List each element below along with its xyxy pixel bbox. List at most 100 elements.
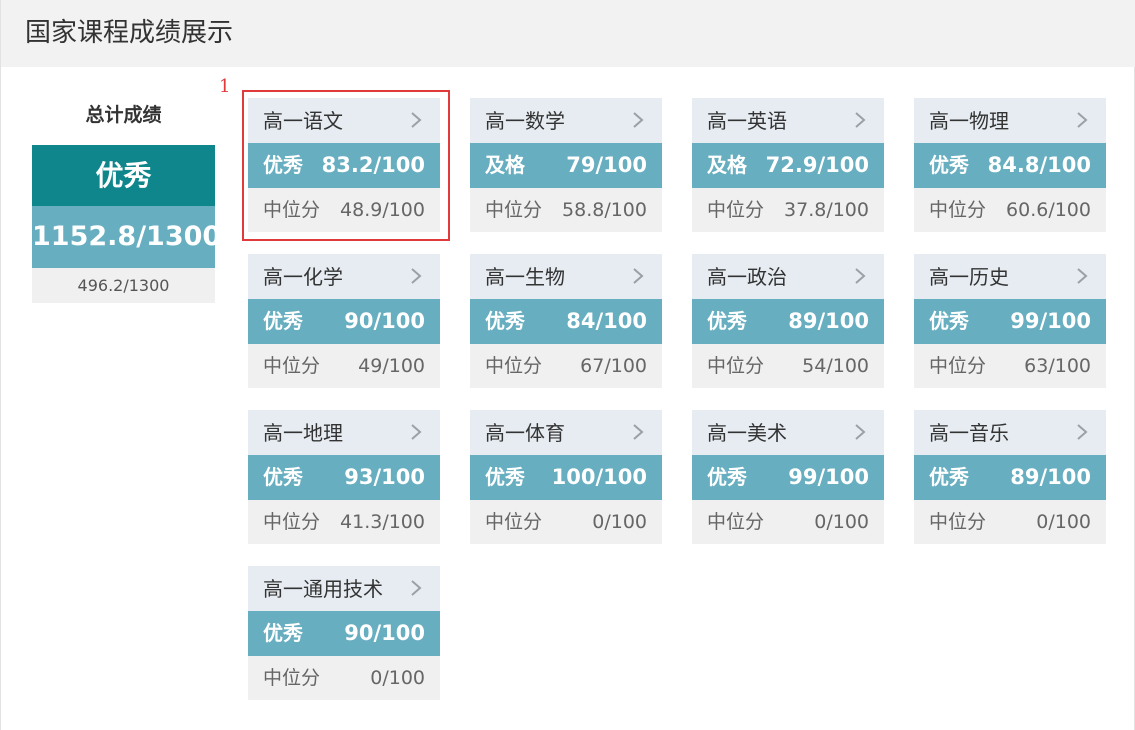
subject-card[interactable]: 高一数学 及格 79/100 中位分 58.8/100: [470, 98, 662, 232]
subject-card[interactable]: 高一物理优秀 84.8/100 中位分 60.6/100: [914, 98, 1106, 232]
subject-name: 高一生物: [485, 265, 565, 289]
total-score-panel: 总计成绩 优秀 1152.8/1300 496.2/1300: [32, 100, 221, 303]
subject-median-row: 中位分 63/100: [914, 344, 1106, 388]
median-label: 中位分: [707, 511, 765, 533]
subject-card-header[interactable]: 高一语文: [248, 98, 440, 143]
subject-card[interactable]: 高一生物优秀 84/100 中位分 67/100: [470, 254, 662, 388]
total-median: 496.2/1300: [32, 268, 215, 303]
subject-grade: 优秀: [263, 621, 303, 645]
chevron-right-icon[interactable]: [406, 422, 426, 442]
subject-grade: 优秀: [263, 465, 303, 489]
subject-median-row: 中位分 49/100: [248, 344, 440, 388]
subject-card-header[interactable]: 高一体育: [470, 410, 662, 455]
subject-score: 79/100: [566, 153, 647, 177]
subject-score-bar: 优秀 84/100: [470, 299, 662, 344]
subject-name: 高一化学: [263, 265, 343, 289]
subject-score: 89/100: [1010, 465, 1091, 489]
chevron-right-icon[interactable]: [850, 266, 870, 286]
subject-median-row: 中位分 0/100: [248, 656, 440, 700]
subject-card-header[interactable]: 高一美术: [692, 410, 884, 455]
subject-score-bar: 优秀 84.8/100: [914, 143, 1106, 188]
chevron-right-icon[interactable]: [850, 422, 870, 442]
median-value: 63/100: [1024, 355, 1091, 377]
subject-card-header[interactable]: 高一地理: [248, 410, 440, 455]
subject-card-header[interactable]: 高一通用技术: [248, 566, 440, 611]
subject-name: 高一体育: [485, 421, 565, 445]
subject-name: 高一音乐: [929, 421, 1009, 445]
subject-card-header[interactable]: 高一物理: [914, 98, 1106, 143]
subject-grade: 优秀: [485, 465, 525, 489]
subject-score: 99/100: [788, 465, 869, 489]
subject-card-header[interactable]: 高一生物: [470, 254, 662, 299]
subject-score-bar: 优秀 93/100: [248, 455, 440, 500]
chevron-right-icon[interactable]: [406, 110, 426, 130]
median-label: 中位分: [263, 667, 321, 689]
subject-card[interactable]: 高一政治 优秀 89/100 中位分 54/100: [692, 254, 884, 388]
median-label: 中位分: [929, 511, 987, 533]
chevron-right-icon[interactable]: [628, 110, 648, 130]
median-label: 中位分: [929, 355, 987, 377]
subject-card[interactable]: 高一体育 优秀 100/100 中位分 0/100: [470, 410, 662, 544]
subject-name: 高一通用技术: [263, 577, 383, 601]
subject-card[interactable]: 高一化学优秀 90/100 中位分 49/100: [248, 254, 440, 388]
subject-score-bar: 优秀 89/100: [914, 455, 1106, 500]
median-label: 中位分: [485, 511, 543, 533]
subject-card-header[interactable]: 高一数学: [470, 98, 662, 143]
subject-grade: 优秀: [485, 309, 525, 333]
subject-name: 高一英语: [707, 109, 787, 133]
subject-grade: 优秀: [263, 153, 303, 177]
subject-score: 83.2/100: [321, 153, 425, 177]
subject-card[interactable]: 高一语文优秀 83.2/100 中位分 48.9/100: [248, 98, 440, 232]
chevron-right-icon[interactable]: [1072, 422, 1092, 442]
chevron-right-icon[interactable]: [1072, 110, 1092, 130]
subject-card-header[interactable]: 高一英语: [692, 98, 884, 143]
subject-card[interactable]: 高一英语 及格 72.9/100 中位分 37.8/100: [692, 98, 884, 232]
chevron-right-icon[interactable]: [628, 266, 648, 286]
subject-median-row: 中位分 48.9/100: [248, 188, 440, 232]
page: 国家课程成绩展示 总计成绩 优秀 1152.8/1300 496.2/1300 …: [0, 0, 1135, 730]
subject-card[interactable]: 高一地理优秀 93/100 中位分 41.3/100: [248, 410, 440, 544]
page-title: 国家课程成绩展示: [25, 18, 234, 48]
chevron-right-icon[interactable]: [406, 578, 426, 598]
chevron-right-icon[interactable]: [850, 110, 870, 130]
subject-name: 高一数学: [485, 109, 565, 133]
subject-score-bar: 优秀 100/100: [470, 455, 662, 500]
subject-median-row: 中位分 0/100: [692, 500, 884, 544]
subject-grade: 优秀: [263, 309, 303, 333]
subject-card[interactable]: 高一通用技术优秀 90/100 中位分 0/100: [248, 566, 440, 700]
chevron-right-icon[interactable]: [406, 266, 426, 286]
subject-grade: 优秀: [707, 309, 747, 333]
chevron-right-icon[interactable]: [1072, 266, 1092, 286]
median-value: 48.9/100: [340, 199, 425, 221]
subject-grade: 优秀: [707, 465, 747, 489]
subject-card[interactable]: 高一美术优秀 99/100 中位分 0/100: [692, 410, 884, 544]
subject-score: 72.9/100: [765, 153, 869, 177]
subject-card[interactable]: 高一音乐优秀 89/100 中位分 0/100: [914, 410, 1106, 544]
median-value: 0/100: [814, 511, 869, 533]
chevron-right-icon[interactable]: [628, 422, 648, 442]
subject-card[interactable]: 高一历史 优秀 99/100 中位分 63/100: [914, 254, 1106, 388]
subject-grade: 及格: [707, 153, 747, 177]
median-value: 41.3/100: [340, 511, 425, 533]
median-label: 中位分: [263, 511, 321, 533]
subject-card-header[interactable]: 高一化学: [248, 254, 440, 299]
subject-median-row: 中位分 54/100: [692, 344, 884, 388]
subject-median-row: 中位分 60.6/100: [914, 188, 1106, 232]
subject-card-header[interactable]: 高一历史: [914, 254, 1106, 299]
median-value: 60.6/100: [1006, 199, 1091, 221]
subject-card-header[interactable]: 高一音乐: [914, 410, 1106, 455]
median-value: 0/100: [370, 667, 425, 689]
total-score: 1152.8/1300: [32, 206, 221, 268]
subject-score-bar: 优秀 90/100: [248, 611, 440, 656]
subject-score: 100/100: [551, 465, 647, 489]
subject-median-row: 中位分 0/100: [914, 500, 1106, 544]
subject-score: 93/100: [344, 465, 425, 489]
subject-grade: 优秀: [929, 153, 969, 177]
subject-score: 99/100: [1010, 309, 1091, 333]
subject-card-header[interactable]: 高一政治: [692, 254, 884, 299]
subject-name: 高一物理: [929, 109, 1009, 133]
subject-score-bar: 优秀 90/100: [248, 299, 440, 344]
subject-median-row: 中位分 67/100: [470, 344, 662, 388]
median-label: 中位分: [707, 355, 765, 377]
subject-score: 90/100: [344, 309, 425, 333]
